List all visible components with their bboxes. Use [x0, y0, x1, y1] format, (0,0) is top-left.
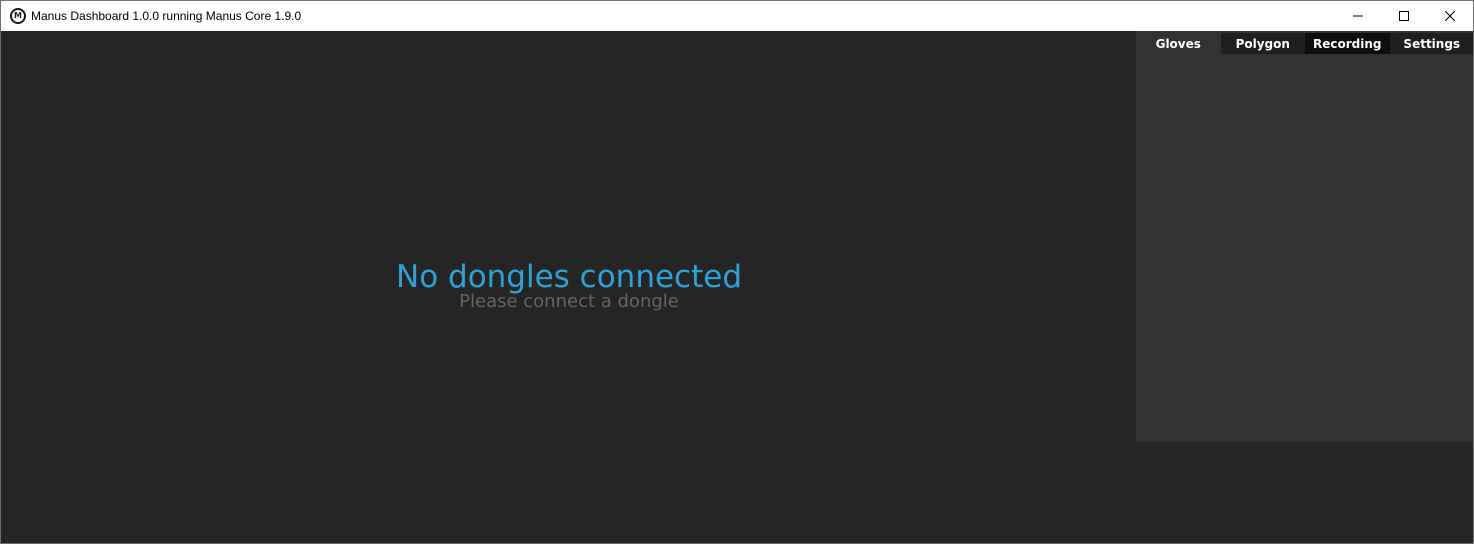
tab-gloves[interactable]: Gloves	[1136, 33, 1221, 54]
close-icon	[1445, 11, 1455, 21]
tab-recording[interactable]: Recording	[1305, 33, 1390, 54]
window-title: Manus Dashboard 1.0.0 running Manus Core…	[31, 9, 302, 23]
manus-logo-icon: M	[10, 8, 26, 24]
empty-state: No dongles connected Please connect a do…	[369, 257, 769, 313]
window-controls	[1335, 1, 1473, 31]
tab-settings[interactable]: Settings	[1389, 33, 1473, 54]
maximize-button[interactable]	[1381, 1, 1427, 31]
side-panel: Gloves Polygon Recording Settings	[1136, 31, 1473, 442]
close-button[interactable]	[1427, 1, 1473, 31]
app-window: M Manus Dashboard 1.0.0 running Manus Co…	[0, 0, 1474, 544]
minimize-button[interactable]	[1335, 1, 1381, 31]
manus-logo-letter: M	[12, 10, 24, 22]
tab-polygon[interactable]: Polygon	[1220, 33, 1305, 54]
maximize-icon	[1399, 11, 1409, 21]
title-bar[interactable]: M Manus Dashboard 1.0.0 running Manus Co…	[1, 1, 1473, 31]
minimize-icon	[1353, 15, 1363, 17]
panel-tabs: Gloves Polygon Recording Settings	[1136, 33, 1473, 54]
